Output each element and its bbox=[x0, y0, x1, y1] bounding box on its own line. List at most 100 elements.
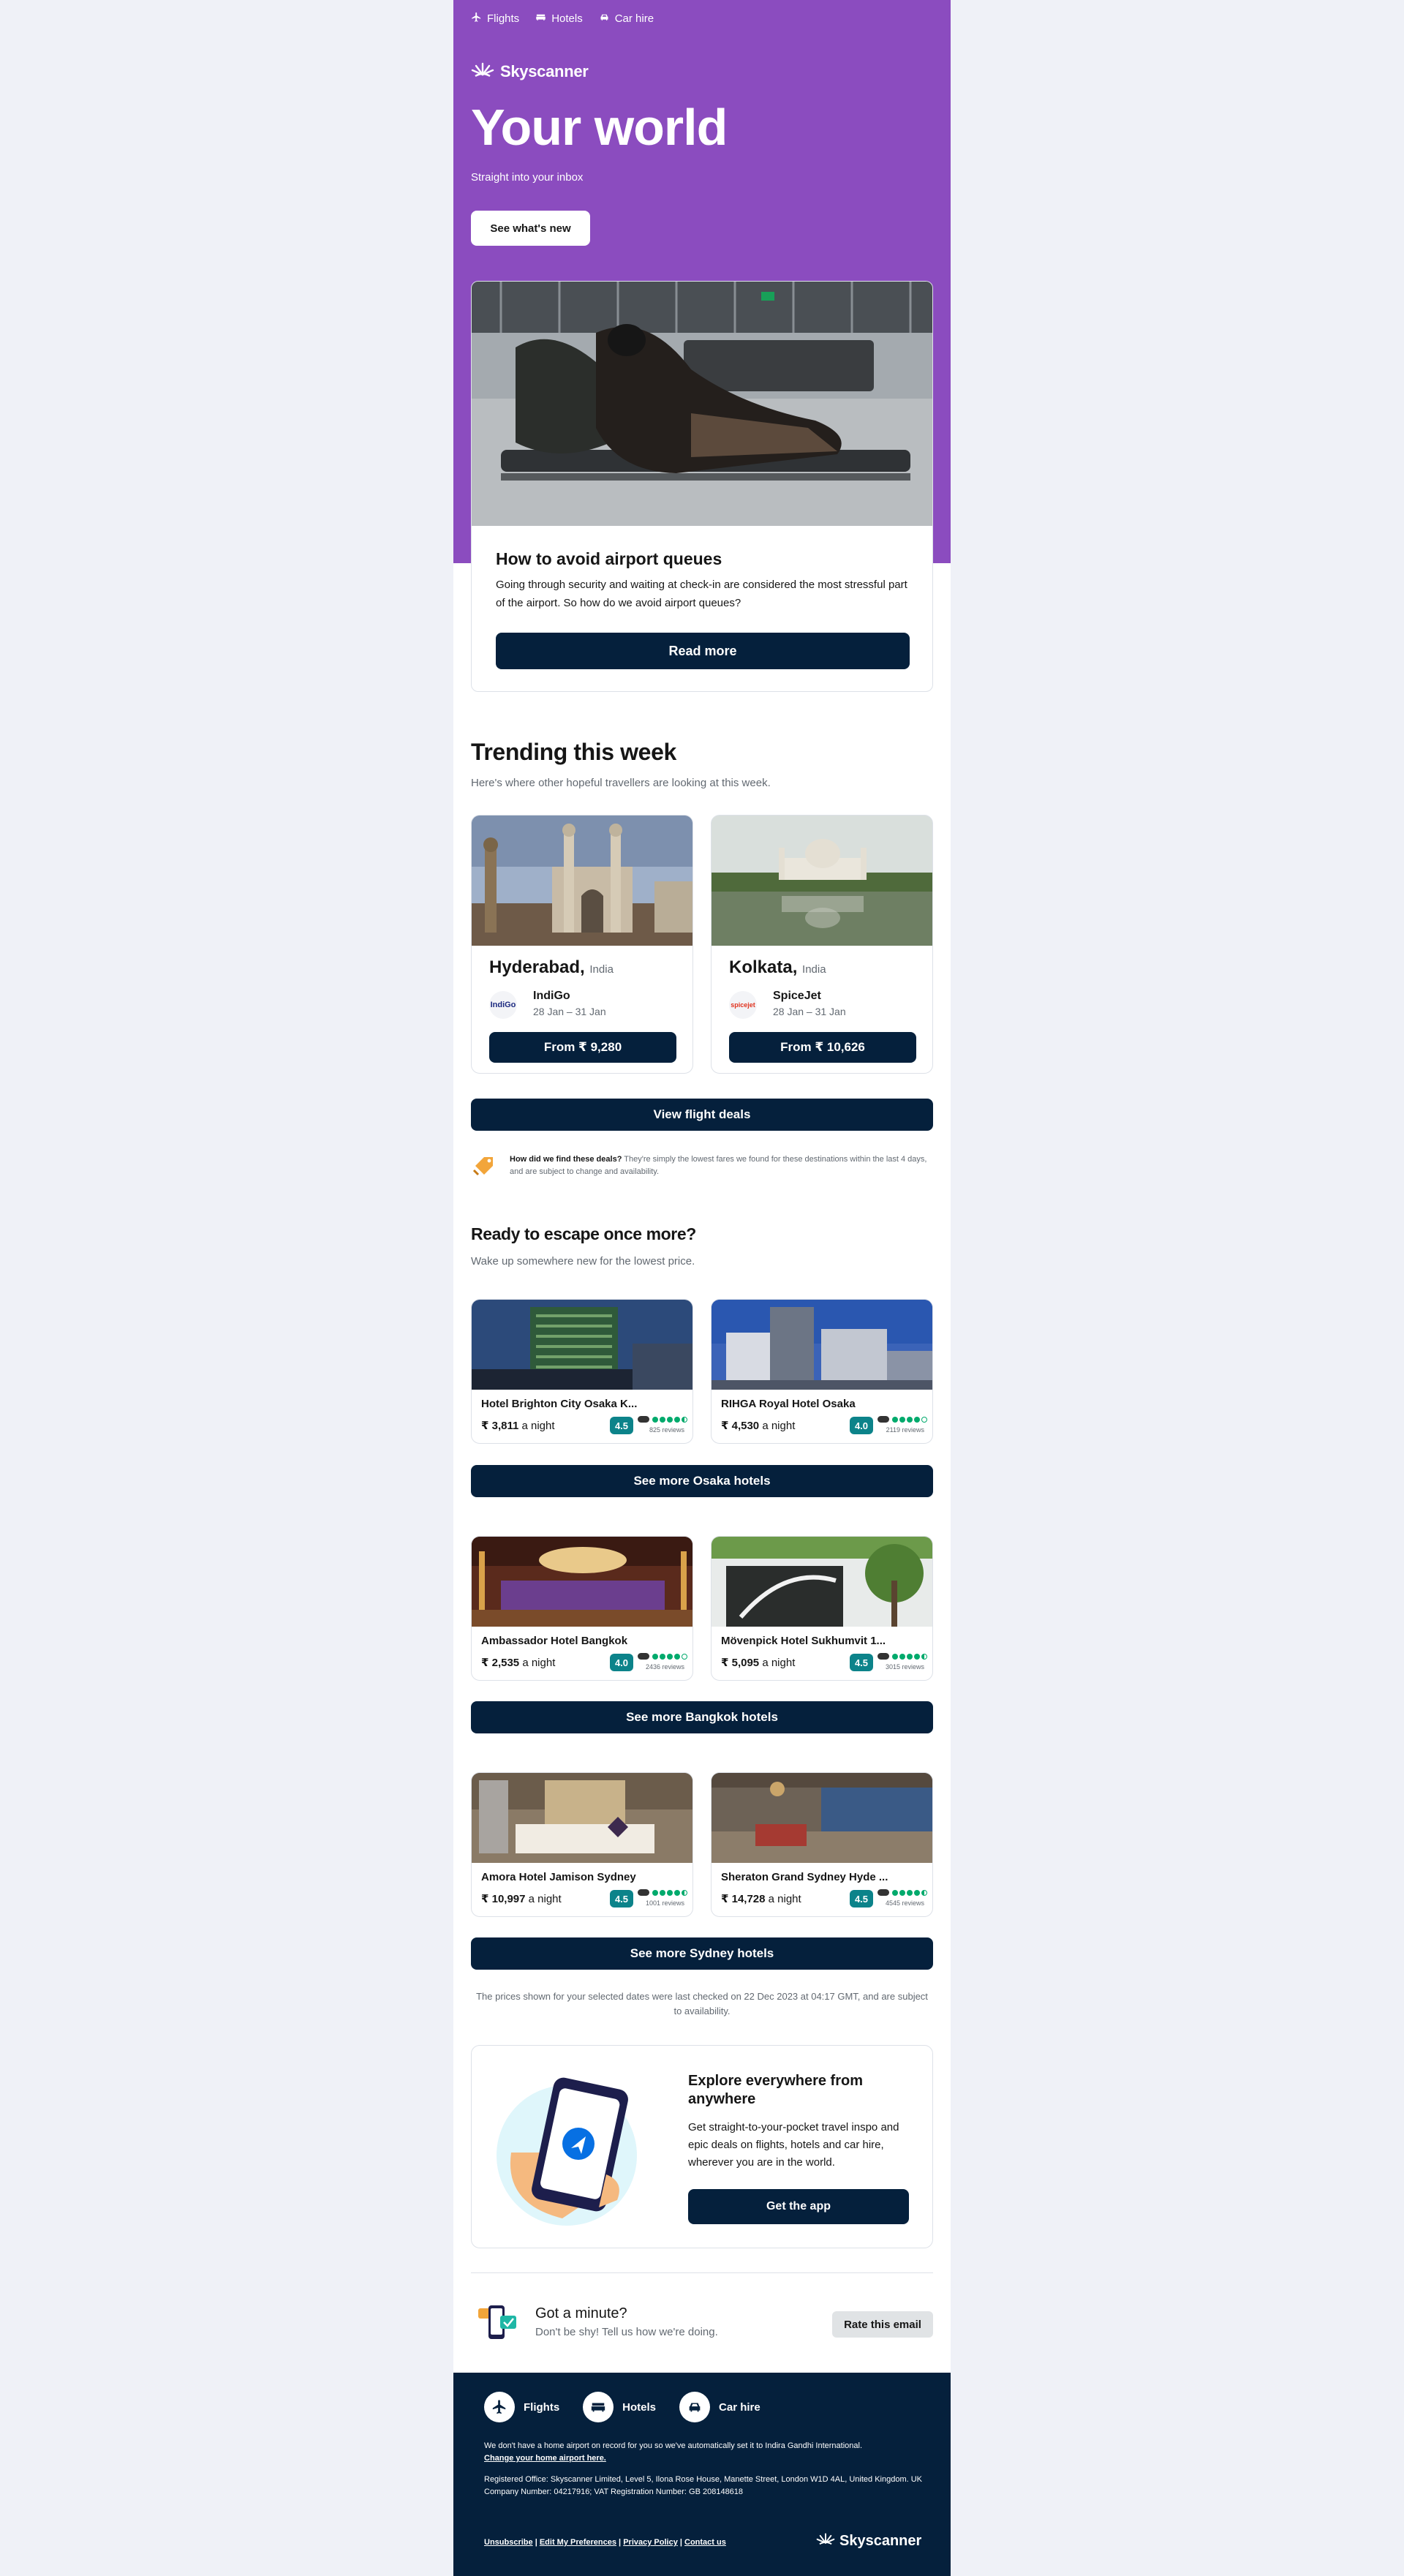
hotel-card[interactable]: Mövenpick Hotel Sukhumvit 1... ₹ 5,095 a… bbox=[711, 1536, 933, 1681]
plane-icon bbox=[484, 2392, 515, 2422]
tripadvisor-rating bbox=[638, 1889, 687, 1896]
travel-dates: 28 Jan – 31 Jan bbox=[533, 1006, 606, 1017]
view-flight-deals-button[interactable]: View flight deals bbox=[471, 1099, 933, 1131]
review-count: 4545 reviews bbox=[885, 1899, 924, 1907]
destination-card[interactable]: Hyderabad, India IndiGo IndiGo 28 Jan – … bbox=[471, 815, 693, 1074]
hotel-name: Hotel Brighton City Osaka K... bbox=[481, 1398, 638, 1410]
hero-subtitle: Straight into your inbox bbox=[471, 171, 584, 184]
hotel-price: ₹ 10,997 a night bbox=[481, 1893, 562, 1905]
rating-dot bbox=[907, 1889, 913, 1896]
price-button[interactable]: From ₹ 10,626 bbox=[729, 1032, 916, 1063]
rating-dot bbox=[921, 1653, 927, 1660]
rating-score-badge: 4.0 bbox=[610, 1654, 633, 1671]
hotel-price: ₹ 5,095 a night bbox=[721, 1657, 796, 1669]
rate-this-email-button[interactable]: Rate this email bbox=[832, 2311, 933, 2338]
rating-dot bbox=[674, 1416, 680, 1423]
tripadvisor-owl-icon bbox=[638, 1416, 649, 1423]
footer-skyscanner-logo[interactable]: Skyscanner bbox=[816, 2532, 921, 2550]
destination-card[interactable]: Kolkata, India spicejet SpiceJet 28 Jan … bbox=[711, 815, 933, 1074]
tripadvisor-rating bbox=[638, 1416, 687, 1423]
edit-preferences-link[interactable]: Edit My Preferences bbox=[540, 2538, 616, 2547]
rating-score-badge: 4.5 bbox=[610, 1417, 633, 1434]
see-whats-new-button[interactable]: See what's new bbox=[471, 211, 590, 246]
rating-score-badge: 4.5 bbox=[850, 1890, 873, 1907]
review-count: 2436 reviews bbox=[645, 1663, 684, 1671]
rate-subtitle: Don't be shy! Tell us how we're doing. bbox=[535, 2326, 718, 2338]
privacy-policy-link[interactable]: Privacy Policy bbox=[623, 2538, 678, 2547]
tripadvisor-rating bbox=[878, 1889, 927, 1896]
rating-dot bbox=[921, 1889, 927, 1896]
footer-nav: Flights Hotels Car hire bbox=[484, 2392, 760, 2422]
nav-hotels[interactable]: Hotels bbox=[535, 12, 583, 26]
hotel-image bbox=[712, 1300, 932, 1390]
unsubscribe-link[interactable]: Unsubscribe bbox=[484, 2538, 533, 2547]
rating-dot bbox=[660, 1653, 665, 1660]
deals-note: How did we find these deals? They're sim… bbox=[471, 1151, 933, 1180]
registered-office: Registered Office: Skyscanner Limited, L… bbox=[484, 2475, 923, 2496]
see-more-osaka-button[interactable]: See more Osaka hotels bbox=[471, 1465, 933, 1497]
footer-nav-hotels[interactable]: Hotels bbox=[583, 2392, 656, 2422]
hotel-card[interactable]: Sheraton Grand Sydney Hyde ... ₹ 14,728 … bbox=[711, 1772, 933, 1917]
rating-dot bbox=[892, 1416, 898, 1423]
hotel-card[interactable]: RIHGA Royal Hotel Osaka ₹ 4,530 a night … bbox=[711, 1299, 933, 1444]
nav-car-hire[interactable]: Car hire bbox=[599, 12, 654, 26]
rating-dot bbox=[667, 1653, 673, 1660]
trending-title: Trending this week bbox=[471, 739, 676, 765]
bed-icon bbox=[583, 2392, 614, 2422]
phone-in-hand-illustration bbox=[497, 2065, 643, 2229]
see-more-sydney-button[interactable]: See more Sydney hotels bbox=[471, 1937, 933, 1970]
trending-subtitle: Here's where other hopeful travellers ar… bbox=[471, 777, 771, 789]
destination-country: India bbox=[589, 963, 614, 976]
change-home-airport-link[interactable]: Change your home airport here. bbox=[484, 2454, 606, 2463]
get-the-app-button[interactable]: Get the app bbox=[688, 2189, 909, 2224]
hotel-image bbox=[472, 1773, 692, 1863]
hotel-card[interactable]: Hotel Brighton City Osaka K... ₹ 3,811 a… bbox=[471, 1299, 693, 1444]
rating-dot bbox=[660, 1416, 665, 1423]
divider bbox=[471, 2272, 933, 2273]
read-more-button[interactable]: Read more bbox=[496, 633, 910, 669]
hotel-image bbox=[472, 1537, 692, 1627]
rating-dot bbox=[667, 1889, 673, 1896]
plane-icon bbox=[471, 12, 482, 26]
rate-email-section: Got a minute? Don't be shy! Tell us how … bbox=[471, 2297, 933, 2349]
airport-lounge-image[interactable] bbox=[472, 282, 932, 526]
hotel-name: RIHGA Royal Hotel Osaka bbox=[721, 1398, 856, 1410]
rating-score-badge: 4.5 bbox=[610, 1890, 633, 1907]
car-icon bbox=[599, 12, 610, 26]
rating-dot bbox=[667, 1416, 673, 1423]
rating-score-badge: 4.0 bbox=[850, 1417, 873, 1434]
feedback-phone-icon bbox=[478, 2301, 518, 2343]
footer-nav-car-hire[interactable]: Car hire bbox=[679, 2392, 760, 2422]
skyscanner-logo[interactable]: Skyscanner bbox=[471, 61, 589, 82]
nav-flights[interactable]: Flights bbox=[471, 12, 519, 26]
hyderabad-image bbox=[472, 816, 692, 946]
rating-dot bbox=[921, 1416, 927, 1423]
home-airport-notice: We don't have a home airport on record f… bbox=[484, 2441, 862, 2463]
rating-score-badge: 4.5 bbox=[850, 1654, 873, 1671]
hotel-card[interactable]: Amora Hotel Jamison Sydney ₹ 10,997 a ni… bbox=[471, 1772, 693, 1917]
email-body: Flights Hotels Car hire Skyscanner Your … bbox=[453, 0, 951, 2576]
destination-city: Kolkata, India bbox=[729, 957, 826, 977]
hotel-image bbox=[712, 1537, 932, 1627]
prices-disclaimer: The prices shown for your selected dates… bbox=[476, 1991, 928, 2016]
kolkata-image bbox=[712, 816, 932, 946]
tripadvisor-owl-icon bbox=[878, 1416, 889, 1423]
airline-name: SpiceJet bbox=[773, 990, 821, 1002]
tripadvisor-rating bbox=[878, 1653, 927, 1660]
price-button[interactable]: From ₹ 9,280 bbox=[489, 1032, 676, 1063]
destination-city: Hyderabad, India bbox=[489, 957, 614, 977]
hotel-price: ₹ 4,530 a night bbox=[721, 1420, 796, 1432]
article-title: How to avoid airport queues bbox=[496, 549, 722, 568]
airline-logo: IndiGo bbox=[489, 991, 517, 1019]
footer-nav-flights[interactable]: Flights bbox=[484, 2392, 559, 2422]
app-promo-title: Explore everywhere from anywhere bbox=[688, 2073, 863, 2107]
airline-logo: spicejet bbox=[729, 991, 757, 1019]
see-more-bangkok-button[interactable]: See more Bangkok hotels bbox=[471, 1701, 933, 1733]
contact-us-link[interactable]: Contact us bbox=[684, 2538, 726, 2547]
article-card: How to avoid airport queues Going throug… bbox=[471, 281, 933, 692]
hotel-name: Mövenpick Hotel Sukhumvit 1... bbox=[721, 1635, 886, 1647]
hotel-card[interactable]: Ambassador Hotel Bangkok ₹ 2,535 a night… bbox=[471, 1536, 693, 1681]
article-body: Going through security and waiting at ch… bbox=[496, 579, 907, 609]
top-nav: Flights Hotels Car hire bbox=[471, 12, 654, 26]
rating-dot bbox=[914, 1889, 920, 1896]
